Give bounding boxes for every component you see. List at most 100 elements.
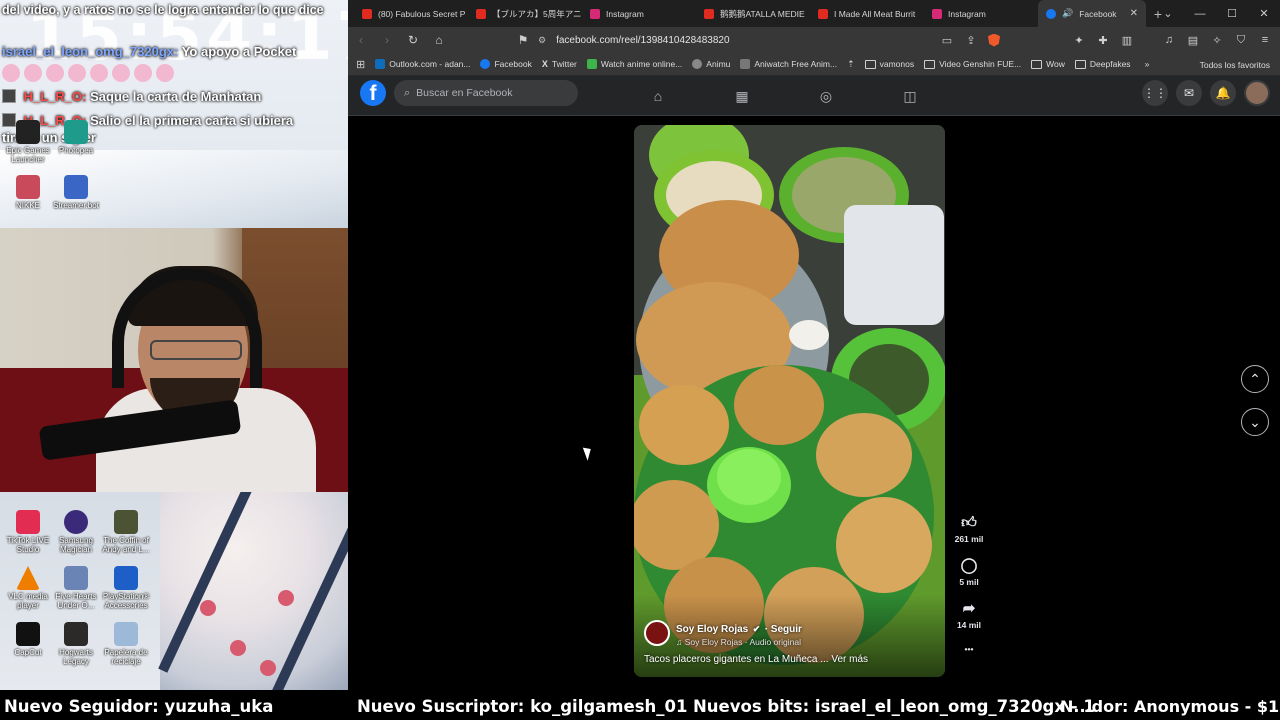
window-controls: ⌄ — ☐ ✕ bbox=[1152, 0, 1280, 27]
maximize-button[interactable]: ☐ bbox=[1216, 0, 1248, 27]
desktop-icon-hogwarts[interactable]: Hogwarts Legacy bbox=[48, 622, 104, 666]
reel-video[interactable]: Soy Eloy Rojas ✔ · Seguir ♫ Soy Eloy Roj… bbox=[634, 125, 945, 677]
desktop-icon-label: The Coffin of Andy and L... bbox=[102, 536, 150, 554]
cast-icon[interactable]: ▭ bbox=[940, 34, 954, 47]
nikke-icon bbox=[16, 175, 40, 199]
share-button[interactable]: ➦ 14 mil bbox=[957, 600, 981, 631]
all-favorites[interactable]: Todos los favoritos bbox=[1196, 53, 1270, 76]
bookmark-label: Animu bbox=[706, 59, 731, 69]
desktop-icon-label: TikTok LIVE Studio bbox=[6, 536, 50, 554]
wallet-icon[interactable]: ▤ bbox=[1186, 34, 1200, 47]
sidebar-icon[interactable]: ▥ bbox=[1120, 34, 1134, 47]
tab[interactable]: 鹅鹅鹅ATALLA MEDIE bbox=[696, 0, 810, 27]
bookmark-item[interactable]: Watch anime online... bbox=[586, 59, 682, 69]
notifications-icon[interactable]: 🔔 bbox=[1210, 80, 1236, 106]
badge-icon bbox=[2, 89, 16, 103]
epic-games-icon bbox=[16, 120, 40, 144]
menu-icon[interactable]: ≡ bbox=[1258, 34, 1272, 46]
back-button[interactable]: ‹ bbox=[354, 33, 368, 47]
home-button[interactable]: ⌂ bbox=[432, 33, 446, 47]
close-tab-icon[interactable]: ✕ bbox=[1130, 8, 1138, 19]
bookmark-folder[interactable]: vamonos bbox=[864, 59, 914, 69]
bookmark-folder[interactable]: Video Genshin FUE... bbox=[924, 59, 1021, 69]
youtube-icon bbox=[362, 8, 372, 19]
tab-active[interactable]: 🔊 Facebook ✕ bbox=[1038, 0, 1146, 27]
facebook-search[interactable]: ⌕ Buscar en Facebook bbox=[394, 80, 578, 106]
bookmark-icon[interactable]: ⚑ bbox=[516, 33, 530, 47]
chat-text: del video, y a ratos no se le logra ente… bbox=[2, 3, 324, 17]
tab-list-icon[interactable]: ⌄ bbox=[1152, 0, 1184, 27]
desktop-icon-fivehearts[interactable]: Five Hearts Under O... bbox=[48, 566, 104, 610]
tab[interactable]: (80) Fabulous Secret P bbox=[354, 0, 468, 27]
puzzle-icon[interactable]: ✚ bbox=[1096, 34, 1110, 47]
mouse-cursor bbox=[582, 445, 595, 461]
previous-reel-button[interactable]: ⌃ bbox=[1241, 365, 1269, 393]
apps-grid-icon[interactable]: ⊞ bbox=[356, 58, 365, 71]
bookmark-item[interactable]: Outlook.com - adan... bbox=[375, 59, 470, 69]
bookmark-item[interactable]: ⇡ bbox=[847, 59, 855, 70]
bookmark-item[interactable]: Aniwatch Free Anim... bbox=[740, 59, 837, 69]
messenger-icon[interactable]: ✉ bbox=[1176, 80, 1202, 106]
desktop-icon-label: Epic Games Launcher bbox=[6, 146, 50, 164]
desktop-icon-photopea[interactable]: Photopea bbox=[48, 120, 104, 155]
desktop-icon-streamerbot[interactable]: Streamer.bot bbox=[48, 175, 104, 210]
bookmark-folder[interactable]: Wow bbox=[1031, 59, 1065, 69]
share-icon[interactable]: ⇪ bbox=[964, 34, 978, 47]
groups-icon[interactable]: ◎ bbox=[816, 86, 836, 106]
all-favorites-label: Todos los favoritos bbox=[1199, 59, 1270, 70]
chat-message: israel_el_leon_omg_7320gx: Yo apoyo a Po… bbox=[2, 44, 296, 59]
desktop-icon-coffin[interactable]: The Coffin of Andy and L... bbox=[98, 510, 154, 554]
bookmark-folder[interactable]: Deepfakes bbox=[1074, 59, 1131, 69]
brave-shields-icon[interactable] bbox=[988, 33, 1002, 47]
like-button[interactable]: 👍︎ 261 mil bbox=[955, 515, 984, 545]
facebook-logo[interactable]: f bbox=[360, 80, 386, 106]
music-icon[interactable]: ♫ bbox=[1162, 34, 1176, 46]
facebook-icon bbox=[1046, 8, 1056, 19]
facebook-center-nav: ⌂ ▦ ◎ ◫ bbox=[648, 76, 920, 116]
bookmark-item[interactable]: Facebook bbox=[480, 59, 532, 69]
desktop-icon-recycle[interactable]: Papelera de reciclaje bbox=[98, 622, 154, 666]
folder-icon bbox=[864, 59, 876, 69]
desktop-icon-samsung[interactable]: Samsung Magician bbox=[48, 510, 104, 554]
tab-label: Instagram bbox=[948, 8, 986, 19]
follow-link[interactable]: · Seguir bbox=[765, 624, 802, 635]
reload-button[interactable]: ↻ bbox=[406, 33, 420, 47]
chat-emotes bbox=[2, 64, 178, 82]
emote-icon bbox=[112, 64, 130, 82]
reel-author[interactable]: Soy Eloy Rojas ✔ · Seguir ♫ Soy Eloy Roj… bbox=[644, 619, 802, 647]
bookmarks-overflow-button[interactable]: » bbox=[1145, 59, 1150, 69]
gaming-icon[interactable]: ◫ bbox=[900, 86, 920, 106]
close-window-button[interactable]: ✕ bbox=[1248, 0, 1280, 27]
tab[interactable]: Instagram bbox=[924, 0, 1038, 27]
share-arrow-icon: ➦ bbox=[962, 600, 976, 617]
tab[interactable]: 【ブルアカ】5周年アニメPV bbox=[468, 0, 582, 27]
chat-user: H_L_R_O: bbox=[23, 89, 87, 104]
forward-button[interactable]: › bbox=[380, 33, 394, 47]
home-icon[interactable]: ⌂ bbox=[648, 86, 668, 106]
author-name[interactable]: Soy Eloy Rojas bbox=[676, 624, 748, 635]
comment-button[interactable]: ◯ 5 mil bbox=[959, 558, 978, 588]
ai-icon[interactable]: ✧ bbox=[1210, 34, 1224, 47]
marketplace-icon[interactable]: ▦ bbox=[732, 86, 752, 106]
ticker-follower: Nuevo Seguidor: yuzuha_uka bbox=[4, 697, 274, 716]
author-avatar[interactable] bbox=[644, 620, 670, 646]
more-options-button[interactable]: ••• bbox=[965, 644, 974, 654]
next-reel-button[interactable]: ⌄ bbox=[1241, 408, 1269, 436]
desktop-icon-playstation[interactable]: PlayStation® Accessories bbox=[98, 566, 154, 610]
profile-avatar[interactable] bbox=[1244, 80, 1270, 106]
search-icon: ⌕ bbox=[404, 86, 411, 99]
minimize-button[interactable]: — bbox=[1184, 0, 1216, 27]
tab[interactable]: I Made All Meat Burrit bbox=[810, 0, 924, 27]
extension-icon[interactable]: ✦ bbox=[1072, 34, 1086, 47]
url-field[interactable]: ⚙ facebook.com/reel/1398410428483820 bbox=[538, 27, 730, 53]
tab[interactable]: Instagram bbox=[582, 0, 696, 27]
bookmark-item[interactable]: X Twitter bbox=[542, 59, 577, 69]
reel-audio[interactable]: ♫ Soy Eloy Rojas · Audio original bbox=[676, 637, 802, 647]
vpn-icon[interactable]: ⛉ bbox=[1234, 34, 1248, 47]
tab-label: Instagram bbox=[606, 8, 644, 19]
site-settings-icon[interactable]: ⚙ bbox=[538, 35, 546, 46]
bookmark-item[interactable]: Animu bbox=[692, 59, 730, 69]
reel-caption[interactable]: Tacos placeros gigantes en La Muñeca ...… bbox=[644, 654, 868, 665]
playstation-icon bbox=[114, 566, 138, 590]
menu-grid-icon[interactable]: ⋮⋮ bbox=[1142, 80, 1168, 106]
